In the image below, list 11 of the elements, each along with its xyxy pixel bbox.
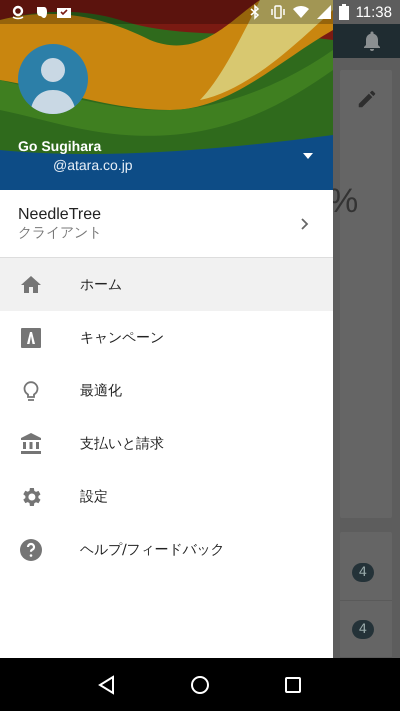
menu-item[interactable]: ホーム [0,258,333,311]
menu-item[interactable]: ヘルプ/フィードバック [0,523,333,576]
menu-item[interactable]: キャンペーン [0,311,333,364]
menu-item[interactable]: 支払いと請求 [0,417,333,470]
clock-time: 11:38 [356,4,392,20]
count-badge: 4 [352,562,374,582]
menu-item[interactable]: 最適化 [0,364,333,417]
menu-item[interactable]: 設定 [0,470,333,523]
account-email: @atara.co.jp [53,157,133,173]
account-name: Go Sugihara [18,138,102,154]
count-badge: 4 [352,620,374,638]
